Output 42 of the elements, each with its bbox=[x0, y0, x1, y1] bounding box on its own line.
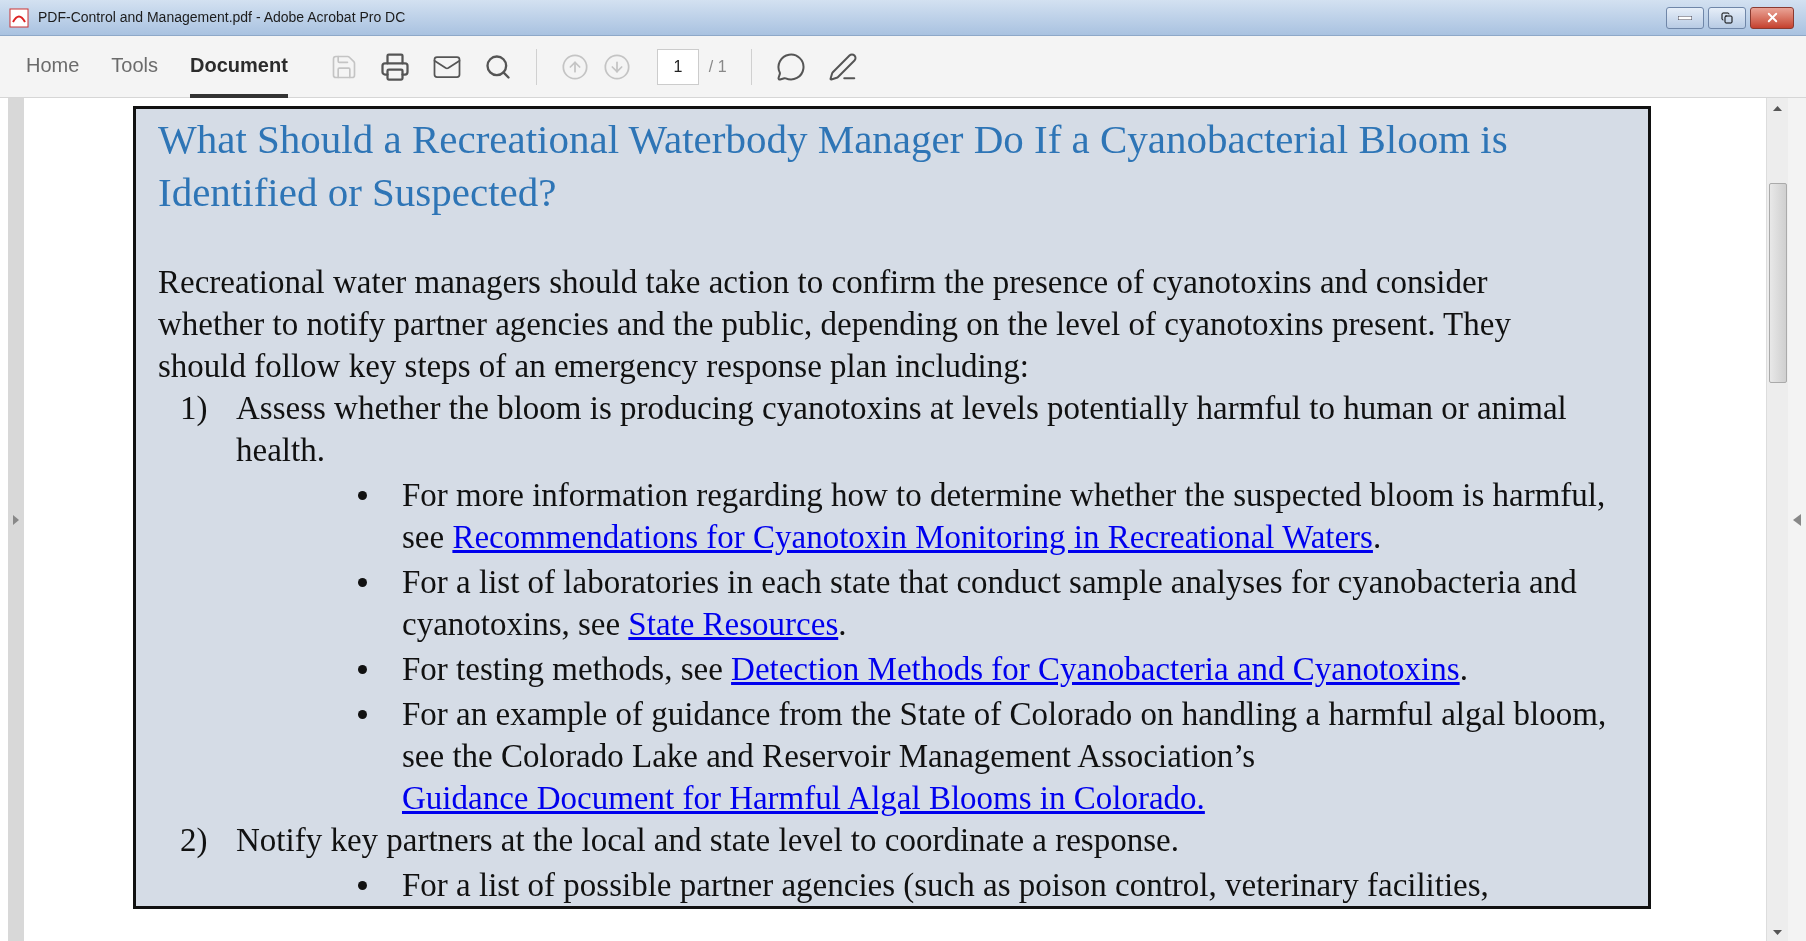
document-link[interactable]: State Resources bbox=[628, 606, 839, 642]
document-link[interactable]: Recommendations for Cyanotoxin Monitoring in Recreational Waters bbox=[452, 519, 1373, 555]
comment-icon[interactable] bbox=[775, 51, 806, 82]
search-icon[interactable] bbox=[483, 52, 512, 81]
scroll-up-icon[interactable] bbox=[1773, 106, 1782, 111]
document-heading: What Should a Recreational Waterbody Manager Do If a Cyanobacterial Bloom is Identified or Suspected? bbox=[158, 115, 1509, 217]
bullet-icon bbox=[358, 578, 367, 587]
intro-paragraph: Recreational water managers should take action to confirm the presence of cyanotoxins and consider whether to notify partner agencies and the public, depending on the level of cyanotoxins present. They should follow key steps of an emergency response plan including: bbox=[158, 263, 1512, 386]
print-icon[interactable] bbox=[379, 51, 410, 82]
bullet-icon bbox=[358, 665, 367, 674]
page-field[interactable]: 1 bbox=[656, 48, 699, 85]
left-pane-handle[interactable] bbox=[8, 98, 24, 941]
window-title: PDF-Control and Management.pdf - Adobe Acrobat Pro DC bbox=[38, 8, 406, 27]
step-number: 1) bbox=[180, 389, 209, 428]
page-total: / 1 bbox=[708, 56, 727, 77]
step-number: 2) bbox=[180, 821, 209, 860]
bullet-text: For a list of possible partner agencies (such as poison control, veterinary facilities, bbox=[402, 866, 1490, 905]
bullet-icon bbox=[358, 881, 367, 890]
scroll-down-icon[interactable] bbox=[1773, 930, 1782, 935]
bullet-text: For an example of guidance from the State of Colorado on handling a harmful algal bloom, see the Colorado Lake and Reservoir Management Association’s Guidance Document for Harmful Algal Blooms in Colorado. bbox=[402, 695, 1608, 818]
step-text: Notify key partners at the local and state level to coordinate a response. bbox=[236, 821, 1180, 860]
document-link[interactable]: Detection Methods for Cyanobacteria and Cyanotoxins bbox=[731, 651, 1460, 687]
restore-icon bbox=[1721, 11, 1733, 24]
step-text: Assess whether the bloom is producing cyanotoxins at levels potentially harmful to human or animal health. bbox=[236, 389, 1568, 470]
document-link[interactable]: Guidance Document for Harmful Algal Blooms in Colorado. bbox=[402, 780, 1205, 816]
scrollbar-thumb[interactable] bbox=[1768, 183, 1787, 383]
pen-icon[interactable] bbox=[827, 51, 858, 82]
bullet-text: For testing methods, see Detection Methods for Cyanobacteria and Cyanotoxins. bbox=[402, 650, 1469, 689]
bullet-icon bbox=[358, 491, 367, 500]
minimize-button[interactable] bbox=[1666, 6, 1704, 29]
nav-tab[interactable]: Home bbox=[26, 35, 80, 98]
close-button[interactable] bbox=[1750, 6, 1794, 29]
bullet-text: For more information regarding how to determine whether the suspected bloom is harmful, see Recommendations for Cyanotoxin Monitoring in Recreational Waters. bbox=[402, 476, 1607, 557]
right-pane-handle[interactable] bbox=[1788, 98, 1806, 941]
bullet-text: For a list of laboratories in each state that conduct sample analyses for cyanobacteria and cyanotoxins, see State Resources. bbox=[402, 563, 1578, 644]
nav-tab[interactable]: Tools bbox=[111, 35, 159, 98]
pdf-icon bbox=[8, 6, 30, 29]
minimize-icon bbox=[1678, 15, 1692, 20]
restore-button[interactable] bbox=[1708, 6, 1746, 29]
bullet-icon bbox=[358, 710, 367, 719]
expand-arrow-icon bbox=[13, 514, 19, 525]
collapse-arrow-icon bbox=[1793, 513, 1801, 526]
